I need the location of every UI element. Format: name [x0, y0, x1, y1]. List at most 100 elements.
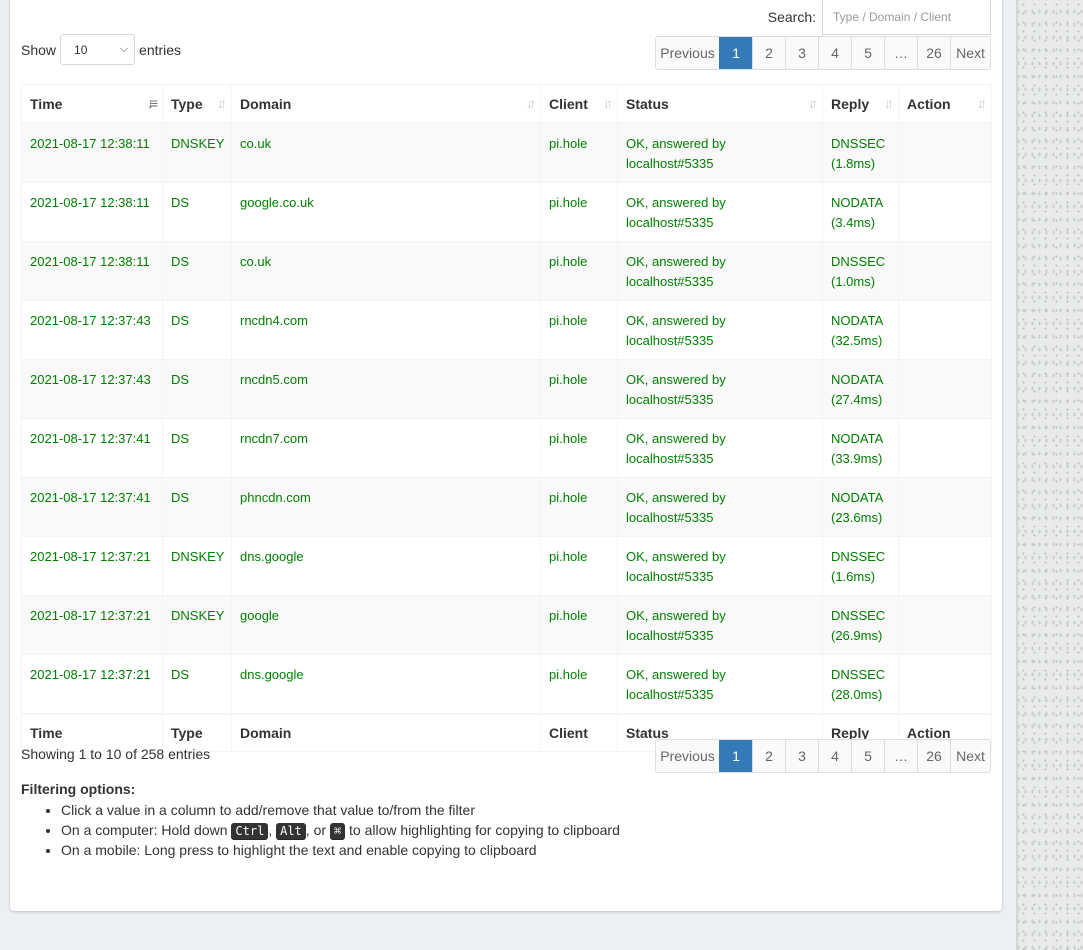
pagination-page-26[interactable]: 26 — [917, 37, 950, 69]
cell-reply[interactable]: NODATA (23.6ms) — [822, 476, 899, 537]
cell-type[interactable]: DNSKEY — [162, 594, 232, 655]
cell-reply[interactable]: NODATA (33.9ms) — [822, 417, 899, 478]
cell-domain[interactable]: google — [231, 594, 541, 655]
cell-domain[interactable]: dns.google — [231, 653, 541, 714]
cell-time[interactable]: 2021-08-17 12:38:11 — [21, 181, 163, 242]
pagination-next-button[interactable]: Next — [950, 740, 990, 772]
cell-action[interactable] — [898, 181, 992, 242]
cell-reply[interactable]: DNSSEC (1.0ms) — [822, 240, 899, 301]
cell-status[interactable]: OK, answered by localhost#5335 — [617, 299, 823, 360]
reply-value: DNSSEC — [831, 253, 886, 269]
cell-type[interactable]: DS — [162, 653, 232, 714]
cell-status[interactable]: OK, answered by localhost#5335 — [617, 594, 823, 655]
reply-time: (28.0ms) — [831, 686, 883, 702]
pagination-page-26[interactable]: 26 — [917, 740, 950, 772]
pagination-page-4[interactable]: 4 — [818, 37, 851, 69]
cell-status[interactable]: OK, answered by localhost#5335 — [617, 535, 823, 596]
cell-time[interactable]: 2021-08-17 12:37:41 — [21, 476, 163, 537]
cell-domain[interactable]: rncdn7.com — [231, 417, 541, 478]
cell-time[interactable]: 2021-08-17 12:37:43 — [21, 299, 163, 360]
cell-type[interactable]: DS — [162, 240, 232, 301]
cell-reply[interactable]: DNSSEC (26.9ms) — [822, 594, 899, 655]
cell-reply[interactable]: NODATA (32.5ms) — [822, 299, 899, 360]
cell-type[interactable]: DS — [162, 358, 232, 419]
cell-action[interactable] — [898, 122, 992, 183]
pagination-next-button[interactable]: Next — [950, 37, 990, 69]
cell-status[interactable]: OK, answered by localhost#5335 — [617, 181, 823, 242]
column-header-type[interactable]: Type ↓↑ — [162, 84, 232, 124]
cell-action[interactable] — [898, 653, 992, 714]
cell-client[interactable]: pi.hole — [540, 240, 618, 301]
cell-reply[interactable]: DNSSEC (28.0ms) — [822, 653, 899, 714]
pagination-previous-button[interactable]: Previous — [656, 740, 719, 772]
pagination-bottom: Previous 1 2 3 4 5 … 26 Next — [655, 739, 991, 773]
cell-client[interactable]: pi.hole — [540, 653, 618, 714]
cell-client[interactable]: pi.hole — [540, 535, 618, 596]
column-header-status[interactable]: Status ↓↑ — [617, 84, 823, 124]
cell-status[interactable]: OK, answered by localhost#5335 — [617, 240, 823, 301]
reply-value: DNSSEC — [831, 666, 886, 682]
cell-domain[interactable]: co.uk — [231, 240, 541, 301]
cell-type[interactable]: DNSKEY — [162, 535, 232, 596]
cell-time[interactable]: 2021-08-17 12:37:41 — [21, 417, 163, 478]
pagination-page-3[interactable]: 3 — [785, 740, 818, 772]
cell-reply[interactable]: DNSSEC (1.6ms) — [822, 535, 899, 596]
cell-action[interactable] — [898, 594, 992, 655]
cell-domain[interactable]: rncdn5.com — [231, 358, 541, 419]
cell-status[interactable]: OK, answered by localhost#5335 — [617, 122, 823, 183]
pagination-page-3[interactable]: 3 — [785, 37, 818, 69]
pagination-page-5[interactable]: 5 — [851, 740, 884, 772]
cell-action[interactable] — [898, 476, 992, 537]
cell-time[interactable]: 2021-08-17 12:37:21 — [21, 594, 163, 655]
cell-domain[interactable]: rncdn4.com — [231, 299, 541, 360]
pagination-page-2[interactable]: 2 — [752, 740, 785, 772]
cell-domain[interactable]: google.co.uk — [231, 181, 541, 242]
pagination-previous-button[interactable]: Previous — [656, 37, 719, 69]
cell-time[interactable]: 2021-08-17 12:38:11 — [21, 122, 163, 183]
cell-status[interactable]: OK, answered by localhost#5335 — [617, 417, 823, 478]
cell-time[interactable]: 2021-08-17 12:37:43 — [21, 358, 163, 419]
column-header-action[interactable]: Action ↓↑ — [898, 84, 992, 124]
cell-time[interactable]: 2021-08-17 12:37:21 — [21, 535, 163, 596]
pagination-page-1[interactable]: 1 — [719, 740, 752, 772]
column-header-reply[interactable]: Reply ↓↑ — [822, 84, 899, 124]
cell-domain[interactable]: co.uk — [231, 122, 541, 183]
cell-time[interactable]: 2021-08-17 12:38:11 — [21, 240, 163, 301]
cell-client[interactable]: pi.hole — [540, 476, 618, 537]
cell-action[interactable] — [898, 240, 992, 301]
cell-client[interactable]: pi.hole — [540, 417, 618, 478]
pagination-page-1[interactable]: 1 — [719, 37, 752, 69]
cell-reply[interactable]: NODATA (27.4ms) — [822, 358, 899, 419]
pagination-page-2[interactable]: 2 — [752, 37, 785, 69]
cell-reply[interactable]: NODATA (3.4ms) — [822, 181, 899, 242]
cell-domain[interactable]: dns.google — [231, 535, 541, 596]
cell-type[interactable]: DNSKEY — [162, 122, 232, 183]
cell-client[interactable]: pi.hole — [540, 122, 618, 183]
pagination-page-4[interactable]: 4 — [818, 740, 851, 772]
column-header-client[interactable]: Client ↓↑ — [540, 84, 618, 124]
cell-client[interactable]: pi.hole — [540, 594, 618, 655]
cell-status[interactable]: OK, answered by localhost#5335 — [617, 476, 823, 537]
cell-action[interactable] — [898, 417, 992, 478]
column-header-domain[interactable]: Domain ↓↑ — [231, 84, 541, 124]
column-header-time[interactable]: Time ↓≡ — [21, 84, 163, 124]
cell-client[interactable]: pi.hole — [540, 299, 618, 360]
search-input[interactable] — [822, 0, 991, 35]
cell-client[interactable]: pi.hole — [540, 181, 618, 242]
entries-per-page-select[interactable]: 10 ⌵ — [60, 34, 136, 65]
cell-domain[interactable]: phncdn.com — [231, 476, 541, 537]
cell-status[interactable]: OK, answered by localhost#5335 — [617, 358, 823, 419]
cell-type[interactable]: DS — [162, 476, 232, 537]
table-row: 2021-08-17 12:37:43 DS rncdn5.com pi.hole OK… — [21, 358, 992, 419]
cell-action[interactable] — [898, 535, 992, 596]
cell-type[interactable]: DS — [162, 417, 232, 478]
cell-action[interactable] — [898, 299, 992, 360]
cell-time[interactable]: 2021-08-17 12:37:21 — [21, 653, 163, 714]
cell-type[interactable]: DS — [162, 299, 232, 360]
cell-action[interactable] — [898, 358, 992, 419]
pagination-page-5[interactable]: 5 — [851, 37, 884, 69]
cell-client[interactable]: pi.hole — [540, 358, 618, 419]
cell-type[interactable]: DS — [162, 181, 232, 242]
cell-reply[interactable]: DNSSEC (1.8ms) — [822, 122, 899, 183]
cell-status[interactable]: OK, answered by localhost#5335 — [617, 653, 823, 714]
